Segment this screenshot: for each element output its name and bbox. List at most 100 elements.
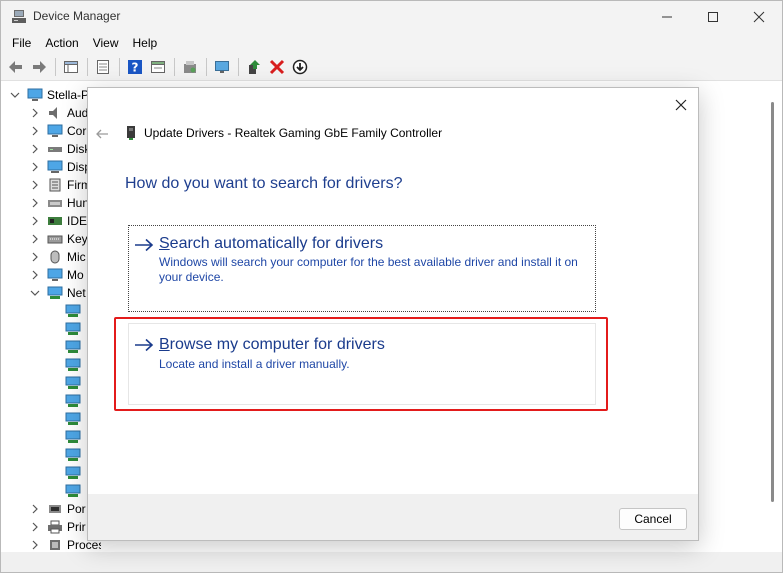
network-adapter-item[interactable] bbox=[65, 392, 85, 410]
tree-item-computer[interactable]: Cor bbox=[29, 122, 86, 140]
menu-view[interactable]: View bbox=[86, 33, 126, 53]
properties-button[interactable] bbox=[60, 56, 82, 78]
close-icon bbox=[675, 99, 687, 111]
network-adapter-icon bbox=[65, 376, 81, 389]
network-adapter-item[interactable] bbox=[65, 374, 85, 392]
cancel-button[interactable]: Cancel bbox=[619, 508, 687, 530]
network-adapter-item[interactable] bbox=[65, 302, 85, 320]
maximize-button[interactable] bbox=[690, 1, 736, 33]
network-adapter-item[interactable] bbox=[65, 464, 85, 482]
tree-item-display[interactable]: Disp bbox=[29, 158, 91, 176]
details-icon bbox=[151, 60, 165, 73]
chevron-right-icon bbox=[32, 540, 38, 550]
minimize-button[interactable] bbox=[644, 1, 690, 33]
monitor-button[interactable] bbox=[211, 56, 233, 78]
tree-item-printers[interactable]: Prir bbox=[29, 518, 86, 536]
tree-item-label: Net bbox=[67, 286, 86, 300]
network-card-icon bbox=[127, 126, 135, 140]
close-icon bbox=[753, 11, 765, 23]
window-title: Device Manager bbox=[33, 9, 121, 23]
device-tree[interactable]: Stella-P Aud Cor Disk Disp Firm Hun IDE … bbox=[1, 82, 101, 552]
tree-item-hid[interactable]: Hun bbox=[29, 194, 89, 212]
network-adapter-item[interactable] bbox=[65, 356, 85, 374]
tree-item-network[interactable]: Net bbox=[29, 284, 86, 302]
back-arrow-icon[interactable] bbox=[94, 126, 110, 142]
tree-item-mice[interactable]: Mic bbox=[29, 248, 86, 266]
tree-item-label: Hun bbox=[67, 196, 90, 210]
disable-device-button[interactable] bbox=[289, 56, 311, 78]
tree-item-label: Key bbox=[67, 232, 88, 246]
help-button[interactable]: ? bbox=[124, 56, 146, 78]
scrollbar-thumb[interactable] bbox=[771, 102, 774, 502]
dialog-footer: Cancel bbox=[88, 494, 698, 540]
network-adapter-item[interactable] bbox=[65, 428, 85, 446]
tree-item-ports[interactable]: Por bbox=[29, 500, 86, 518]
uninstall-x-icon bbox=[269, 59, 285, 74]
display-adapter-icon bbox=[47, 160, 63, 173]
computer-icon bbox=[27, 88, 43, 101]
back-button[interactable] bbox=[5, 56, 27, 78]
vertical-scrollbar[interactable] bbox=[765, 82, 781, 552]
port-icon bbox=[49, 505, 61, 513]
network-adapter-icon bbox=[65, 322, 81, 335]
network-adapter-icon bbox=[65, 466, 81, 479]
maximize-icon bbox=[708, 12, 718, 22]
chevron-right-icon bbox=[32, 522, 38, 532]
chevron-right-icon bbox=[32, 126, 38, 136]
chevron-right-icon bbox=[32, 270, 38, 280]
network-adapter-item[interactable] bbox=[65, 410, 85, 428]
network-adapter-item[interactable] bbox=[65, 446, 85, 464]
details-button[interactable] bbox=[147, 56, 169, 78]
tree-item-audio[interactable]: Aud bbox=[29, 104, 88, 122]
properties-grid-icon bbox=[64, 60, 78, 73]
option-title: Search automatically for drivers bbox=[159, 235, 383, 253]
forward-button[interactable] bbox=[28, 56, 50, 78]
network-adapter-icon bbox=[65, 394, 81, 407]
monitor-icon bbox=[47, 268, 63, 281]
close-button[interactable] bbox=[736, 1, 782, 33]
toolbar-separator bbox=[238, 57, 239, 76]
tree-item-monitors[interactable]: Mo bbox=[29, 266, 84, 284]
title-bar[interactable]: Device Manager bbox=[1, 1, 782, 33]
toolbar-separator bbox=[87, 57, 88, 76]
tree-root[interactable]: Stella-P bbox=[9, 86, 89, 104]
scan-hardware-button[interactable] bbox=[179, 56, 201, 78]
list-view-button[interactable] bbox=[92, 56, 114, 78]
help-icon: ? bbox=[128, 59, 142, 74]
search-automatically-option[interactable]: Search automatically for drivers Windows… bbox=[128, 225, 596, 312]
chevron-down-icon bbox=[10, 92, 20, 98]
dialog-title: Update Drivers - Realtek Gaming GbE Fami… bbox=[144, 126, 443, 140]
tree-item-label: Aud bbox=[67, 106, 89, 120]
tree-item-disk[interactable]: Disk bbox=[29, 140, 90, 158]
horizontal-scrollbar[interactable] bbox=[1, 552, 782, 572]
uninstall-device-button[interactable] bbox=[266, 56, 288, 78]
menu-bar: File Action View Help bbox=[1, 33, 782, 53]
processor-icon bbox=[50, 540, 60, 550]
tree-item-ide[interactable]: IDE bbox=[29, 212, 87, 230]
toolbar-separator bbox=[119, 57, 120, 76]
tree-item-label: Mic bbox=[67, 250, 86, 264]
tree-item-firmware[interactable]: Firm bbox=[29, 176, 91, 194]
option-title-text: earch automatically for drivers bbox=[169, 235, 384, 252]
menu-action[interactable]: Action bbox=[38, 33, 85, 53]
ide-controller-icon bbox=[48, 217, 62, 225]
scan-hardware-icon bbox=[184, 60, 196, 73]
menu-file[interactable]: File bbox=[5, 33, 38, 53]
chevron-right-icon bbox=[32, 144, 38, 154]
tree-item-keyboard[interactable]: Key bbox=[29, 230, 88, 248]
menu-help[interactable]: Help bbox=[126, 33, 165, 53]
network-adapter-icon bbox=[65, 304, 81, 317]
network-adapter-item[interactable] bbox=[65, 338, 85, 356]
dialog-close-button[interactable] bbox=[672, 96, 690, 114]
network-adapter-item[interactable] bbox=[65, 482, 85, 500]
minimize-icon bbox=[662, 16, 672, 18]
update-driver-button[interactable] bbox=[243, 56, 265, 78]
disk-drive-icon bbox=[48, 147, 62, 152]
chevron-right-icon bbox=[32, 234, 38, 244]
network-adapter-item[interactable] bbox=[65, 320, 85, 338]
firmware-icon bbox=[49, 178, 61, 192]
update-drivers-dialog: Update Drivers - Realtek Gaming GbE Fami… bbox=[87, 87, 699, 541]
monitor-icon bbox=[215, 60, 229, 73]
arrow-right-icon bbox=[135, 238, 154, 252]
forward-arrow-icon bbox=[33, 60, 46, 73]
